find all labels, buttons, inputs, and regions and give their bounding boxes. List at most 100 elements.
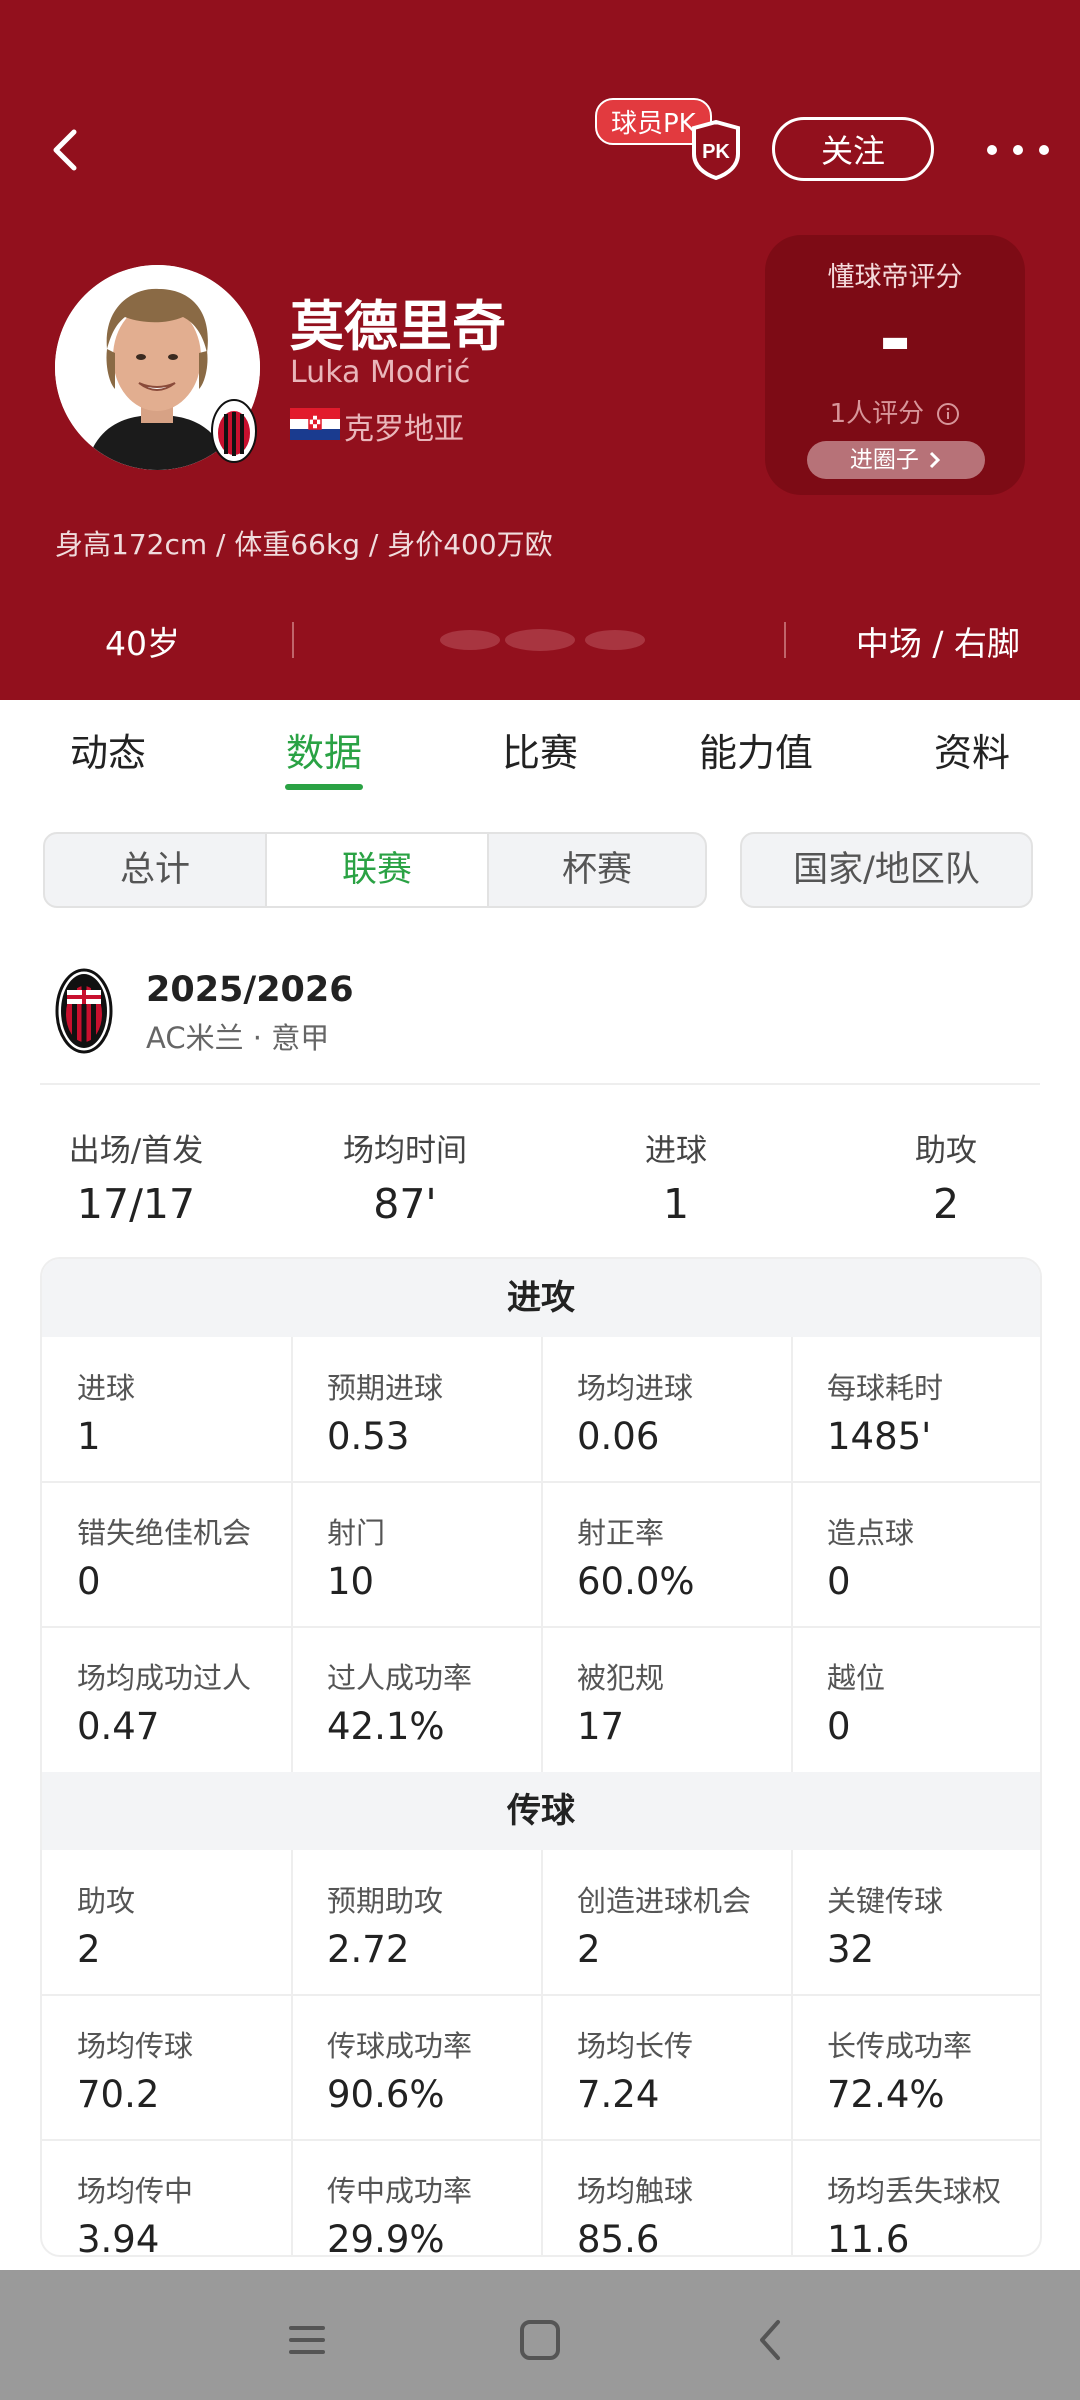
grid-line — [791, 1337, 793, 1772]
chevron-right-icon — [930, 451, 941, 469]
grid-line — [42, 1626, 1040, 1628]
player-age: 40岁 — [105, 624, 180, 663]
summary-assists: 助攻 2 — [915, 1125, 977, 1228]
grid-line — [541, 1850, 543, 2255]
ac-milan-logo — [55, 968, 113, 1054]
section-header-attack: 进攻 — [42, 1259, 1040, 1337]
blurred-content — [440, 629, 645, 651]
stat-label: 造点球 — [827, 1516, 915, 1550]
stat-cell: 助攻 2 — [42, 1850, 292, 1995]
follow-button[interactable]: 关注 — [772, 117, 934, 181]
stat-value: 2.72 — [327, 1928, 410, 1971]
back-icon[interactable] — [742, 2310, 802, 2370]
stat-label: 进球 — [77, 1371, 136, 1405]
stat-cell: 场均传中 3.94 — [42, 2140, 292, 2255]
join-circle-button[interactable]: 进圈子 — [807, 441, 985, 479]
filter-national-team[interactable]: 国家/地区队 — [740, 832, 1033, 908]
stat-value: 1485' — [827, 1415, 932, 1458]
summary-label: 助攻 — [915, 1133, 977, 1169]
home-icon[interactable] — [510, 2310, 570, 2370]
stat-cell: 预期助攻 2.72 — [292, 1850, 542, 1995]
stat-value: 7.24 — [577, 2073, 660, 2116]
stat-cell: 传球成功率 90.6% — [292, 1995, 542, 2140]
stat-cell: 场均传球 70.2 — [42, 1995, 292, 2140]
chevron-left-icon — [53, 129, 77, 171]
stat-value: 10 — [327, 1560, 375, 1603]
filter-league[interactable]: 联赛 — [267, 834, 487, 906]
divider — [40, 1083, 1040, 1085]
stat-cell: 关键传球 32 — [792, 1850, 1040, 1995]
stat-label: 创造进球机会 — [577, 1884, 752, 1918]
stat-value: 32 — [827, 1928, 875, 1971]
back-button[interactable] — [40, 115, 100, 185]
section-header-passing: 传球 — [42, 1772, 1040, 1850]
summary-label: 场均时间 — [343, 1133, 467, 1169]
stat-value: 0.06 — [577, 1415, 660, 1458]
divider — [784, 622, 786, 658]
croatia-flag-icon — [290, 408, 340, 440]
stat-label: 场均长传 — [577, 2029, 694, 2063]
player-name-en: Luka Modrić — [290, 355, 471, 390]
grid-line — [291, 1337, 293, 1772]
stat-value: 11.6 — [827, 2218, 910, 2257]
stat-label: 场均传中 — [77, 2174, 194, 2208]
summary-value: 2 — [932, 1180, 960, 1228]
tab-matches[interactable]: 比赛 — [502, 722, 578, 777]
player-header: 球员PK PK 关注 莫德里奇 Luka Modrić 克罗地亚 懂球帝评分 -… — [0, 0, 1080, 700]
tab-profile[interactable]: 资料 — [934, 722, 1010, 777]
stat-label: 场均进球 — [577, 1371, 694, 1405]
stat-cell: 过人成功率 42.1% — [292, 1627, 542, 1772]
stat-value: 0 — [827, 1705, 851, 1748]
grid-line — [42, 1481, 1040, 1483]
grid-line — [42, 2139, 1040, 2141]
stat-cell: 传中成功率 29.9% — [292, 2140, 542, 2255]
rating-count-text: 1人评分 — [829, 399, 925, 429]
stat-cell: 进球 1 — [42, 1337, 292, 1482]
stat-cell: 错失绝佳机会 0 — [42, 1482, 292, 1627]
stat-label: 射正率 — [577, 1516, 665, 1550]
stat-label: 助攻 — [77, 1884, 136, 1918]
summary-minutes: 场均时间 87' — [343, 1125, 467, 1228]
filter-total[interactable]: 总计 — [45, 834, 265, 906]
stat-label: 场均传球 — [77, 2029, 194, 2063]
stat-value: 1 — [77, 1415, 101, 1458]
player-position: 中场 / 右脚 — [855, 624, 1020, 663]
divider — [292, 622, 294, 658]
tab-bar: 动态 数据 比赛 能力值 资料 — [0, 700, 1080, 800]
tab-news[interactable]: 动态 — [70, 722, 146, 777]
tab-ability[interactable]: 能力值 — [699, 722, 813, 777]
rating-count: 1人评分 — [765, 393, 1025, 430]
player-pk-button[interactable]: 球员PK PK — [595, 98, 745, 183]
more-button[interactable] — [968, 130, 1068, 170]
stat-cell: 每球耗时 1485' — [792, 1337, 1040, 1482]
stat-cell: 射门 10 — [292, 1482, 542, 1627]
stat-label: 射门 — [327, 1516, 386, 1550]
info-icon[interactable] — [936, 402, 960, 426]
grid-line — [42, 1994, 1040, 1996]
stat-cell: 长传成功率 72.4% — [792, 1995, 1040, 2140]
stat-cell: 创造进球机会 2 — [542, 1850, 792, 1995]
stat-value: 60.0% — [577, 1560, 695, 1603]
stat-label: 预期进球 — [327, 1371, 444, 1405]
stat-label: 错失绝佳机会 — [77, 1516, 252, 1550]
grid-line — [541, 1337, 543, 1772]
stat-label: 长传成功率 — [827, 2029, 973, 2063]
rating-card[interactable]: 懂球帝评分 - 1人评分 进圈子 — [765, 235, 1025, 495]
stat-label: 预期助攻 — [327, 1884, 444, 1918]
tab-data[interactable]: 数据 — [286, 722, 362, 777]
summary-value: 1 — [662, 1180, 690, 1228]
summary-value: 87' — [373, 1180, 437, 1228]
stat-label: 场均成功过人 — [77, 1661, 252, 1695]
filter-cup[interactable]: 杯赛 — [489, 834, 705, 906]
stat-value: 0.53 — [327, 1415, 410, 1458]
stat-cell: 被犯规 17 — [542, 1627, 792, 1772]
system-nav-bar — [0, 2270, 1080, 2400]
summary-appearances: 出场/首发 17/17 — [69, 1125, 203, 1228]
stat-cell: 射正率 60.0% — [542, 1482, 792, 1627]
stat-value: 85.6 — [577, 2218, 660, 2257]
grid-line — [791, 1850, 793, 2255]
stat-label: 越位 — [827, 1661, 886, 1695]
stat-value: 17 — [577, 1705, 625, 1748]
stat-cell: 越位 0 — [792, 1627, 1040, 1772]
menu-icon[interactable] — [277, 2310, 337, 2370]
